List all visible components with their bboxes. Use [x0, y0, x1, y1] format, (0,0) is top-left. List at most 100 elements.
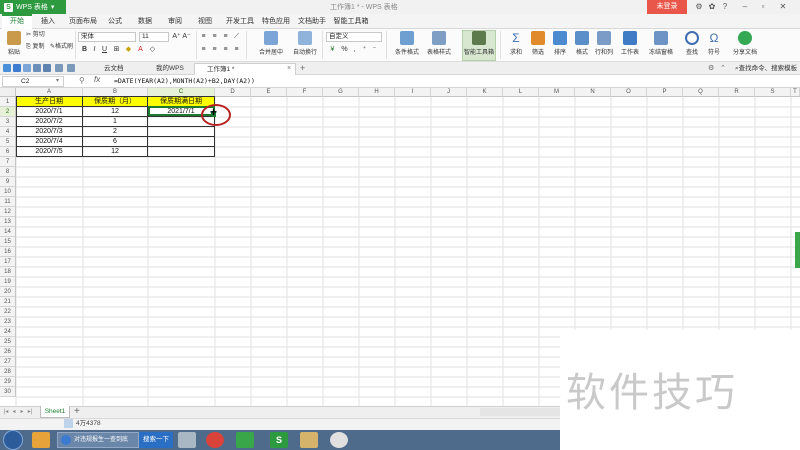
orientation-icon[interactable]: ⟋ — [232, 32, 241, 41]
chevron-down-icon[interactable]: ▾ — [56, 77, 59, 84]
format-button[interactable]: 格式 — [570, 31, 594, 59]
underline-button[interactable]: U — [100, 45, 109, 54]
symbol-button[interactable]: Ω 符号 — [702, 31, 726, 59]
row-header-10[interactable]: 10 — [0, 187, 16, 197]
sum-button[interactable]: Σ 求和 — [504, 31, 528, 59]
zoom-icon[interactable]: ⚲ — [79, 76, 85, 85]
fill-color-icon[interactable]: ◆ — [124, 45, 133, 54]
column-header-t[interactable]: T — [791, 88, 800, 97]
fx-button[interactable]: fx — [94, 75, 100, 84]
paste-button[interactable]: 粘贴 — [2, 31, 26, 59]
new-tab-button[interactable]: + — [300, 62, 305, 75]
column-header-i[interactable]: I — [395, 88, 431, 97]
row-header-20[interactable]: 20 — [0, 287, 16, 297]
align-bottom-icon[interactable]: ≡ — [221, 32, 230, 41]
row-header-13[interactable]: 13 — [0, 217, 16, 227]
row-header-29[interactable]: 29 — [0, 377, 16, 387]
tab-smart-toolbox[interactable]: 智能工具箱 — [330, 14, 372, 29]
italic-button[interactable]: I — [90, 45, 99, 54]
cell-b6[interactable]: 12 — [83, 147, 148, 157]
tab-my-wps[interactable]: 我的WPS — [144, 63, 194, 75]
row-header-17[interactable]: 17 — [0, 257, 16, 267]
percent-button[interactable]: % — [340, 45, 349, 54]
column-header-f[interactable]: F — [287, 88, 323, 97]
font-size-select[interactable]: 11 — [139, 32, 169, 42]
table-style-button[interactable]: 表格样式 — [424, 31, 454, 59]
cell-b2[interactable]: 12 — [83, 107, 148, 117]
chevron-up-icon[interactable]: ⌃ — [720, 64, 726, 72]
find-button[interactable]: 查找 — [680, 31, 704, 59]
restore-icon[interactable]: ▫ — [758, 2, 768, 12]
row-header-26[interactable]: 26 — [0, 347, 16, 357]
column-header-j[interactable]: J — [431, 88, 467, 97]
gear-icon[interactable]: ⚙ — [694, 2, 704, 12]
app-menu-button[interactable]: S WPS 表格 ▾ — [0, 0, 66, 14]
start-button[interactable] — [3, 430, 23, 450]
row-header-21[interactable]: 21 — [0, 297, 16, 307]
tab-review[interactable]: 审阅 — [164, 14, 186, 29]
search-command-box[interactable]: ⌕查找命令、搜索模板 — [735, 63, 797, 75]
align-left-icon[interactable]: ≡ — [199, 45, 208, 54]
tab-special[interactable]: 特色应用 — [258, 14, 294, 29]
tools-app-icon[interactable] — [178, 432, 196, 448]
grow-font-button[interactable]: A⁺ — [172, 32, 181, 41]
cell-b5[interactable]: 6 — [83, 137, 148, 147]
shrink-font-button[interactable]: A⁻ — [182, 32, 191, 41]
row-header-9[interactable]: 9 — [0, 177, 16, 187]
cell-a6[interactable]: 2020/7/5 — [16, 147, 83, 157]
tab-home[interactable]: 开始 — [2, 14, 32, 29]
row-header-12[interactable]: 12 — [0, 207, 16, 217]
formula-input[interactable]: =DATE(YEAR(A2),MONTH(A2)+B2,DAY(A2)) — [114, 76, 798, 87]
column-header-r[interactable]: R — [719, 88, 755, 97]
cell-a1[interactable]: 生产日期 — [16, 97, 83, 107]
tab-doc-assistant[interactable]: 文档助手 — [294, 14, 330, 29]
media-app-icon[interactable] — [32, 432, 50, 448]
print-icon[interactable] — [33, 64, 41, 72]
folder-icon[interactable] — [300, 432, 318, 448]
row-header-24[interactable]: 24 — [0, 327, 16, 337]
tab-data[interactable]: 数据 — [134, 14, 156, 29]
cell-c4[interactable] — [148, 127, 215, 137]
row-header-15[interactable]: 15 — [0, 237, 16, 247]
clear-icon[interactable]: ◇ — [148, 45, 157, 54]
row-header-18[interactable]: 18 — [0, 267, 16, 277]
merge-center-button[interactable]: 合并居中 — [256, 31, 286, 59]
cell-a2[interactable]: 2020/7/1 — [16, 107, 83, 117]
row-header-22[interactable]: 22 — [0, 307, 16, 317]
filter-button[interactable]: 筛选 — [526, 31, 550, 59]
tab-view[interactable]: 视图 — [194, 14, 216, 29]
row-header-8[interactable]: 8 — [0, 167, 16, 177]
row-header-5[interactable]: 5 — [0, 137, 16, 147]
column-header-n[interactable]: N — [575, 88, 611, 97]
tab-workbook1[interactable]: 工作簿1 * — [194, 63, 296, 75]
worksheet-button[interactable]: 工作表 — [618, 31, 642, 59]
justify-icon[interactable]: ≡ — [232, 45, 241, 54]
open-icon[interactable] — [23, 64, 31, 72]
row-col-button[interactable]: 行和列 — [592, 31, 616, 59]
new-doc-icon[interactable] — [3, 64, 11, 72]
align-middle-icon[interactable]: ≡ — [210, 32, 219, 41]
thousands-button[interactable]: , — [350, 45, 359, 54]
cut-button[interactable]: ✂ 剪切 — [26, 31, 45, 40]
column-header-k[interactable]: K — [467, 88, 503, 97]
font-name-select[interactable]: 宋体 — [78, 32, 136, 42]
tab-cloud-docs[interactable]: 云文档 — [92, 63, 142, 75]
vertical-scrollbar[interactable] — [795, 232, 800, 268]
wps-sheet-icon[interactable]: S — [270, 432, 288, 448]
freeze-panes-button[interactable]: 冻结窗格 — [646, 31, 676, 59]
name-box[interactable]: C2 — [2, 76, 64, 87]
minimize-icon[interactable]: – — [740, 2, 750, 12]
format-painter-button[interactable]: ✎格式刷 — [50, 43, 73, 52]
row-header-25[interactable]: 25 — [0, 337, 16, 347]
column-header-h[interactable]: H — [359, 88, 395, 97]
add-sheet-button[interactable]: + — [74, 406, 80, 418]
help-icon[interactable]: ? — [720, 2, 730, 12]
border-icon[interactable]: ⊞ — [112, 45, 121, 54]
share-doc-button[interactable]: 分享文档 — [732, 31, 758, 59]
settings-icon[interactable]: ⚙ — [708, 64, 714, 72]
number-format-select[interactable]: 自定义 — [326, 32, 382, 42]
first-sheet-icon[interactable]: |◂ — [3, 408, 9, 416]
cell-b4[interactable]: 2 — [83, 127, 148, 137]
sort-button[interactable]: 排序 — [548, 31, 572, 59]
cell-a3[interactable]: 2020/7/2 — [16, 117, 83, 127]
